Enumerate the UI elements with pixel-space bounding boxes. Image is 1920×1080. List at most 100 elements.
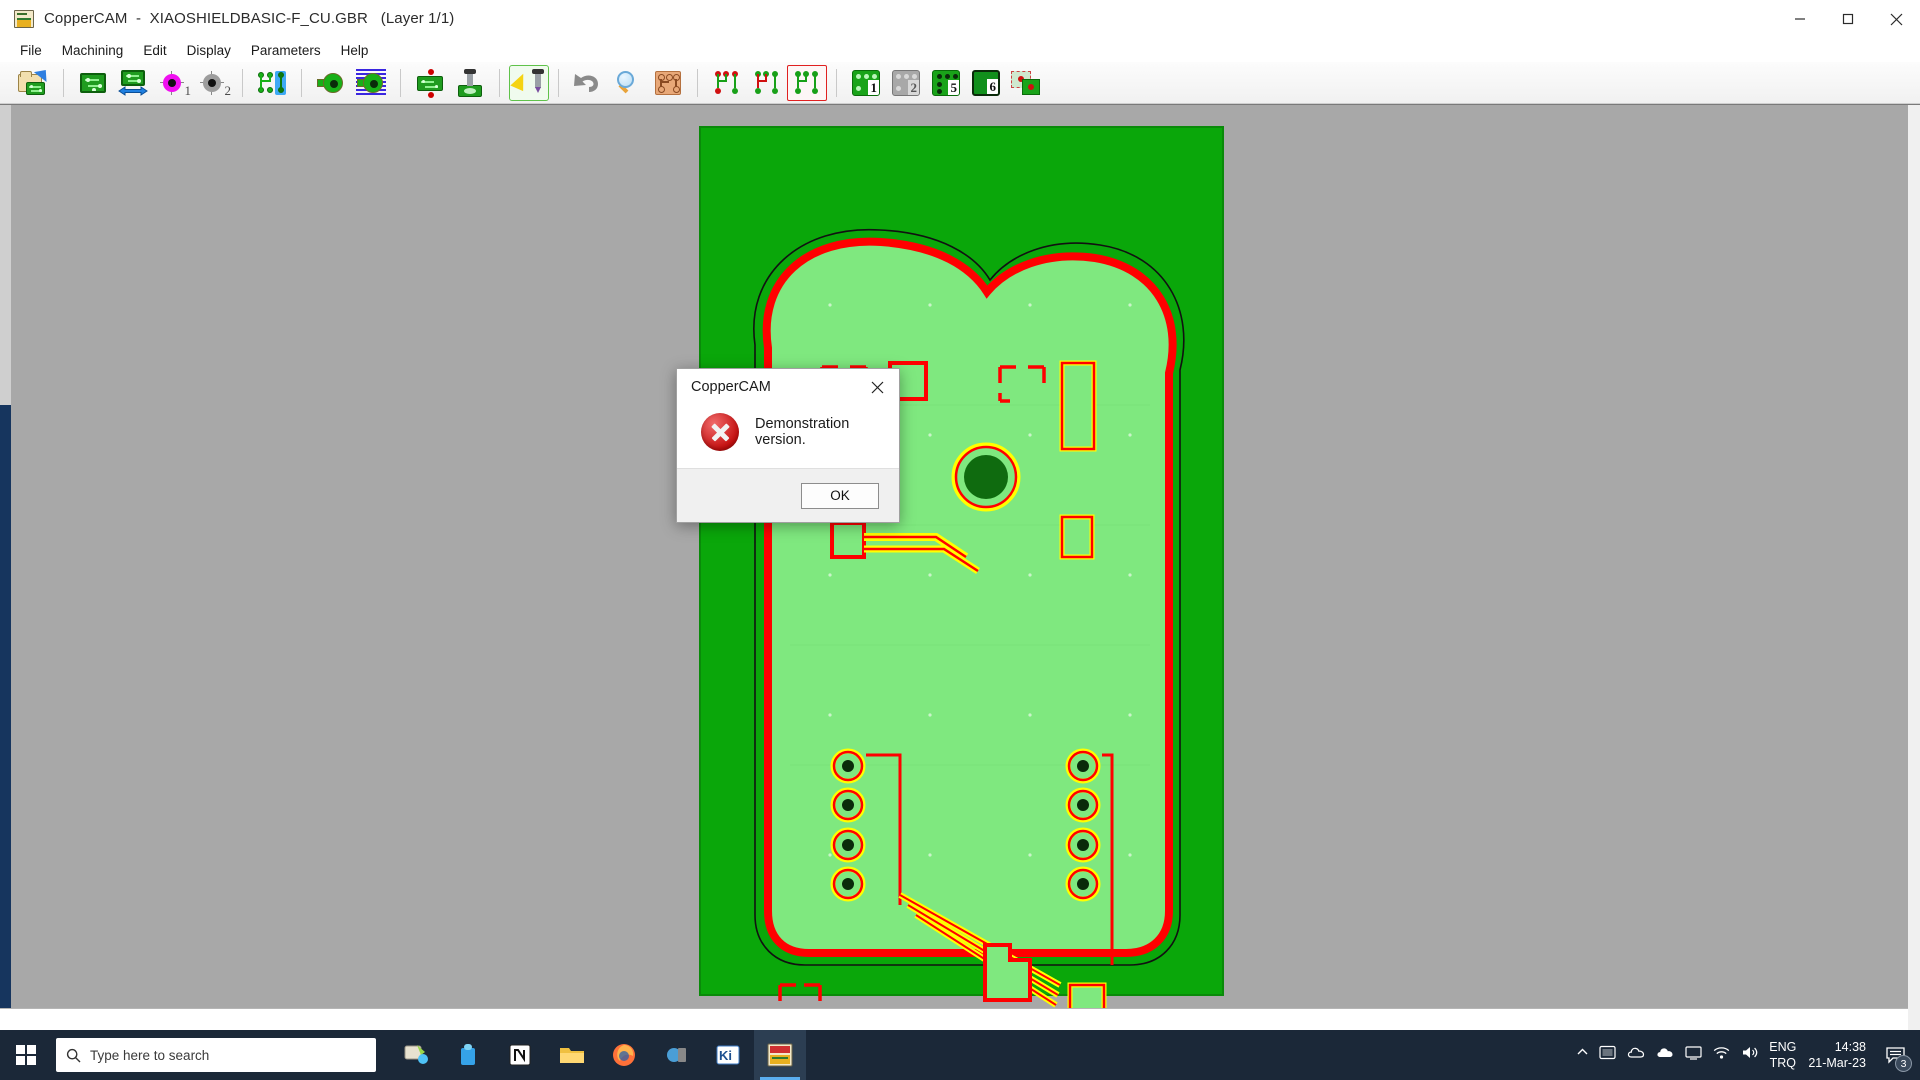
notification-button[interactable]: 3 bbox=[1882, 1042, 1912, 1072]
taskbar-app-store[interactable] bbox=[442, 1030, 494, 1080]
clock[interactable]: 14:38 21-Mar-23 bbox=[1808, 1039, 1866, 1071]
app-window: CopperCAM - XIAOSHIELDBASIC-F_CU.GBR (La… bbox=[0, 0, 1920, 1030]
dialog-message: Demonstration version. bbox=[755, 415, 850, 448]
menu-item-edit[interactable]: Edit bbox=[133, 41, 176, 60]
taskbar-app-explorer[interactable] bbox=[546, 1030, 598, 1080]
pad-button[interactable] bbox=[311, 65, 351, 101]
engrave-button[interactable] bbox=[509, 64, 549, 101]
dialog-body: Demonstration version. bbox=[677, 405, 899, 468]
trace-selected-icon bbox=[791, 69, 823, 97]
trace-all-button[interactable] bbox=[707, 65, 747, 101]
mill-contour-icon bbox=[454, 68, 486, 97]
undo-button[interactable] bbox=[568, 65, 608, 101]
title-separator: - bbox=[135, 10, 142, 27]
layer-1-badge: 1 bbox=[867, 79, 879, 95]
dialog-footer: OK bbox=[677, 468, 899, 522]
windows-start-icon bbox=[16, 1045, 36, 1065]
board-mirror-button[interactable] bbox=[113, 65, 153, 101]
zoom-button[interactable] bbox=[608, 65, 648, 101]
taskbar-app-printer[interactable] bbox=[650, 1030, 702, 1080]
cloud-icon[interactable] bbox=[1656, 1046, 1674, 1064]
search-input[interactable]: Type here to search bbox=[56, 1038, 376, 1072]
toolbar: 1 2 1 2 5 6 bbox=[0, 62, 1920, 104]
window-app-name: CopperCAM bbox=[44, 10, 128, 27]
taskbar-app-kicad[interactable]: Ki bbox=[702, 1030, 754, 1080]
pcb-artwork bbox=[699, 126, 1224, 1030]
dialog-titlebar: CopperCAM bbox=[677, 369, 899, 405]
coppercam-app-icon bbox=[14, 9, 34, 28]
layer-overlay-button[interactable] bbox=[1006, 65, 1046, 101]
close-button[interactable] bbox=[1872, 0, 1920, 38]
mill-contour-button[interactable] bbox=[450, 65, 490, 101]
window-layer-info: (Layer 1/1) bbox=[380, 10, 455, 27]
toolbar-separator bbox=[558, 68, 559, 97]
start-button[interactable] bbox=[0, 1030, 52, 1080]
onedrive-icon[interactable] bbox=[1627, 1046, 1645, 1064]
layer-1-button[interactable]: 1 bbox=[846, 65, 886, 101]
network-icon[interactable] bbox=[1713, 1046, 1730, 1065]
toolbar-separator bbox=[63, 68, 64, 97]
route-select-icon bbox=[256, 69, 288, 97]
copper-layer-button[interactable] bbox=[648, 65, 688, 101]
clock-time: 14:38 bbox=[1834, 1040, 1866, 1054]
language-primary: ENG bbox=[1769, 1040, 1797, 1054]
layer-1-icon: 1 bbox=[850, 69, 882, 97]
toolbar-separator bbox=[242, 68, 243, 97]
layer-5-button[interactable]: 5 bbox=[926, 65, 966, 101]
open-file-button[interactable] bbox=[14, 64, 54, 101]
language-secondary: TRQ bbox=[1769, 1056, 1796, 1070]
trace-partial-button[interactable] bbox=[747, 65, 787, 101]
open-file-icon bbox=[18, 64, 53, 97]
tool-2-icon: 2 bbox=[197, 69, 232, 98]
layer-2-button[interactable]: 2 bbox=[886, 65, 926, 101]
show-hidden-icons-button[interactable] bbox=[1576, 1046, 1589, 1064]
canvas-scrollbar[interactable] bbox=[1908, 105, 1920, 1030]
layer-overlay-icon bbox=[1010, 69, 1042, 97]
board-view-button[interactable] bbox=[73, 65, 113, 101]
tool-2-button[interactable]: 2 bbox=[193, 65, 233, 101]
page-title: CopperCAM - XIAOSHIELDBASIC-F_CU.GBR (La… bbox=[44, 10, 454, 27]
taskbar: Type here to search Ki ENG TRQ 14:38 21-… bbox=[0, 1030, 1920, 1080]
undo-icon bbox=[572, 69, 604, 97]
tool-1-button[interactable]: 1 bbox=[153, 65, 193, 101]
volume-icon[interactable] bbox=[1741, 1045, 1759, 1065]
toolbar-separator bbox=[499, 68, 500, 97]
engrave-icon bbox=[510, 68, 545, 97]
menu-item-help[interactable]: Help bbox=[331, 41, 379, 60]
language-indicator[interactable]: ENG TRQ bbox=[1769, 1039, 1796, 1071]
tool-2-badge: 2 bbox=[224, 82, 232, 98]
dialog-close-button[interactable] bbox=[855, 369, 899, 405]
trace-partial-icon bbox=[751, 69, 783, 97]
zoom-icon bbox=[612, 69, 644, 97]
taskbar-app-cortana[interactable] bbox=[390, 1030, 442, 1080]
dialog-title: CopperCAM bbox=[691, 379, 771, 395]
toolbar-separator bbox=[697, 68, 698, 97]
titlebar: CopperCAM - XIAOSHIELDBASIC-F_CU.GBR (La… bbox=[0, 0, 1920, 38]
minimize-button[interactable] bbox=[1776, 0, 1824, 38]
pad-icon bbox=[315, 69, 347, 97]
menu-item-machining[interactable]: Machining bbox=[52, 41, 134, 60]
toolbar-separator bbox=[301, 68, 302, 97]
menu-item-display[interactable]: Display bbox=[177, 41, 241, 60]
display-icon[interactable] bbox=[1685, 1045, 1702, 1065]
taskbar-app-notion[interactable] bbox=[494, 1030, 546, 1080]
menu-item-file[interactable]: File bbox=[10, 41, 52, 60]
pad-hatch-icon bbox=[355, 68, 387, 97]
taskbar-app-firefox[interactable] bbox=[598, 1030, 650, 1080]
layer-6-icon: 6 bbox=[970, 69, 1002, 97]
error-icon bbox=[701, 412, 739, 451]
menu-item-parameters[interactable]: Parameters bbox=[241, 41, 331, 60]
status-bar bbox=[0, 1008, 1920, 1030]
window-controls bbox=[1776, 0, 1920, 38]
layer-6-button[interactable]: 6 bbox=[966, 65, 1006, 101]
taskbar-app-coppercam[interactable] bbox=[754, 1030, 806, 1080]
maximize-button[interactable] bbox=[1824, 0, 1872, 38]
pcb-canvas[interactable] bbox=[0, 104, 1920, 1030]
menubar: File Machining Edit Display Parameters H… bbox=[0, 38, 1920, 62]
drill-points-button[interactable] bbox=[410, 65, 450, 101]
dialog-ok-button[interactable]: OK bbox=[801, 482, 879, 509]
trace-selected-button[interactable] bbox=[787, 64, 827, 101]
route-select-button[interactable] bbox=[252, 65, 292, 101]
tablet-icon[interactable] bbox=[1599, 1045, 1616, 1065]
pad-hatch-button[interactable] bbox=[351, 65, 391, 101]
